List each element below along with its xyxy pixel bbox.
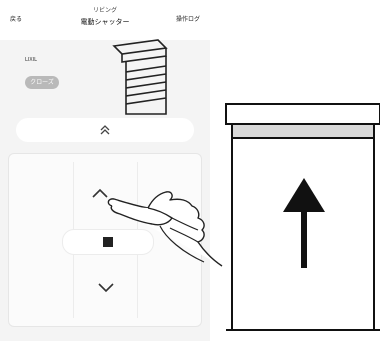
pointing-hand-icon xyxy=(107,191,223,267)
operation-log-button[interactable]: 操作ログ xyxy=(176,14,200,23)
arrow-up-icon xyxy=(283,178,325,268)
shutter-diagram xyxy=(225,103,380,331)
room-name: リビング xyxy=(92,7,117,14)
brand-label: LIXIL xyxy=(25,57,37,63)
chevron-double-up-icon xyxy=(100,125,110,135)
header: 戻る リビング 電動シャッター 操作ログ xyxy=(0,0,210,40)
fully-open-button[interactable] xyxy=(16,118,194,142)
shutter-icon xyxy=(112,39,168,115)
status-badge: クローズ xyxy=(25,76,59,89)
close-button[interactable] xyxy=(92,278,120,298)
app-screen: 戻る リビング 電動シャッター 操作ログ LIXIL クローズ xyxy=(0,0,210,341)
chevron-down-icon xyxy=(98,283,114,293)
